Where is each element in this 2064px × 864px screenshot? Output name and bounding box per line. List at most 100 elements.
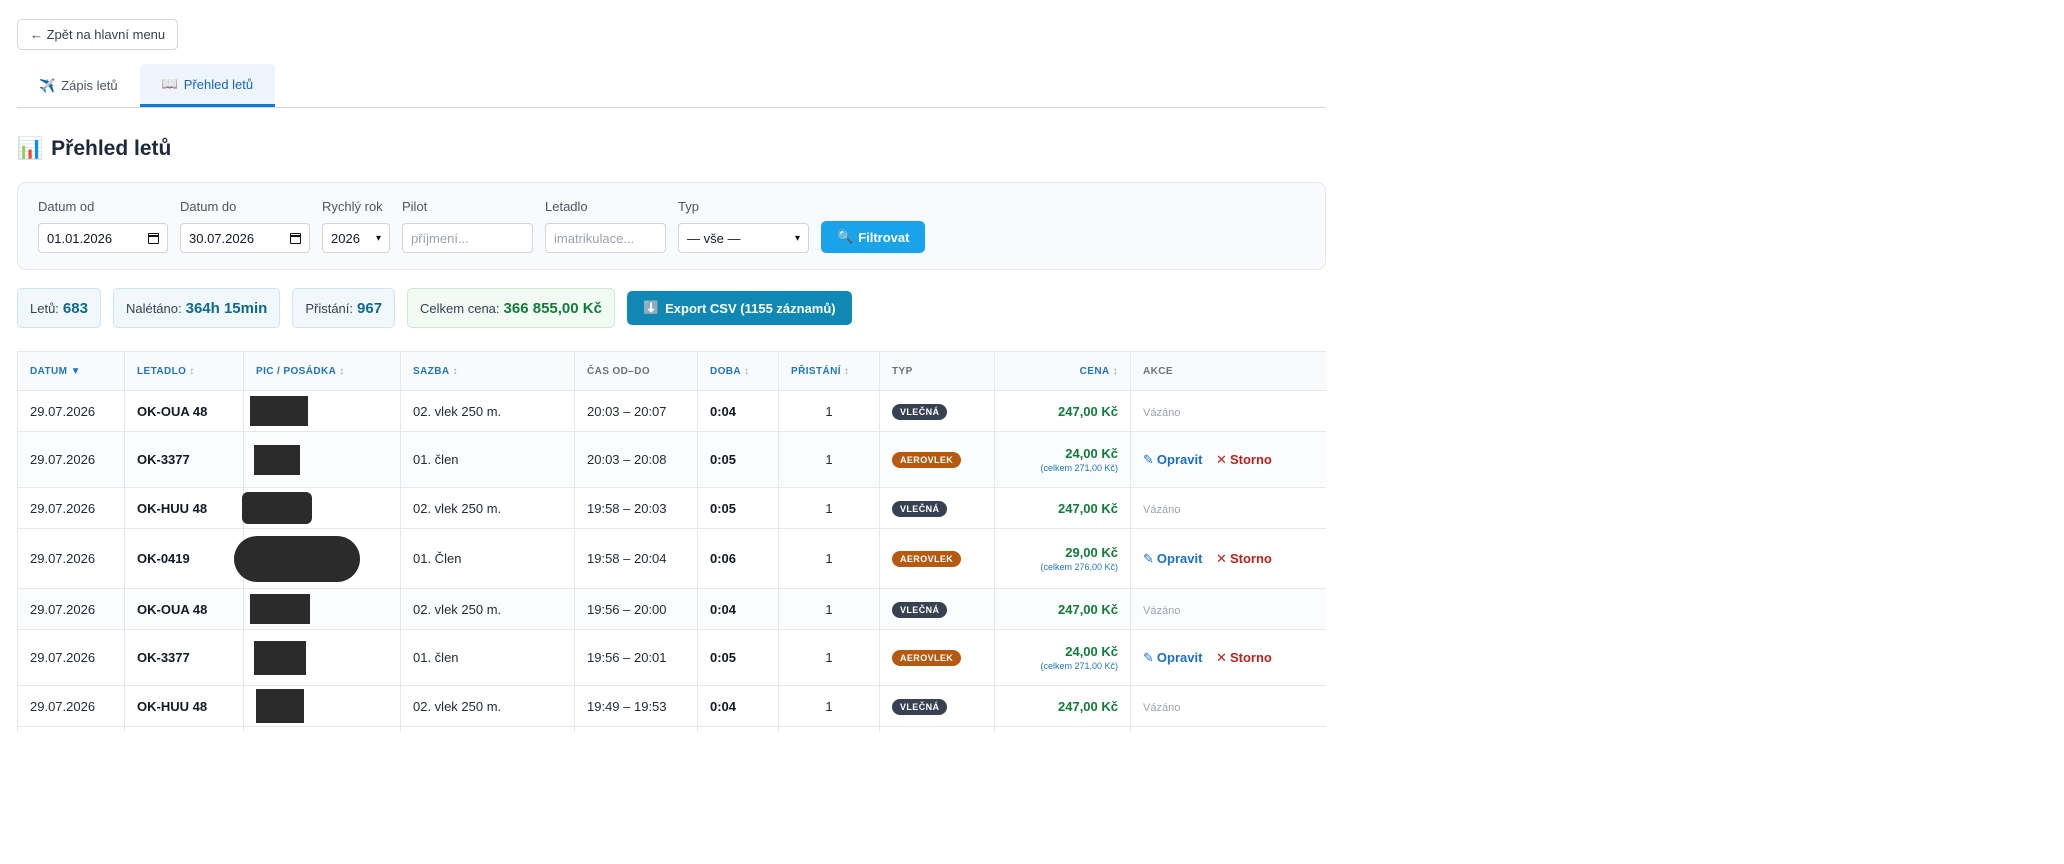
stat-label: Nalétáno: bbox=[125, 300, 182, 316]
date-from-value: 01.01.2026 bbox=[47, 230, 113, 246]
cancel-label: Storno bbox=[1229, 551, 1272, 566]
cell-type: AEROVLEK bbox=[879, 629, 995, 686]
col-date[interactable]: DATUM ▼ bbox=[17, 351, 125, 391]
cell-type: VLEČNÁ bbox=[879, 588, 995, 630]
cell-duration: 0:05 bbox=[697, 487, 779, 529]
stat-label: Celkem cena: bbox=[420, 300, 500, 316]
col-label: DATUM bbox=[30, 365, 68, 377]
filter-aircraft: Letadlo imatrikulace... bbox=[545, 199, 666, 253]
type-badge: AEROVLEK bbox=[892, 551, 962, 567]
table-row: 29.07.2026 OK-HUU 48 02. vlek 250 m. 19:… bbox=[17, 487, 1326, 529]
edit-button[interactable]: ✎ Opravit bbox=[1143, 650, 1202, 666]
sort-icon: ↕ bbox=[843, 365, 850, 377]
type-label: Typ bbox=[678, 199, 699, 214]
cancel-button[interactable]: ✕ Storno bbox=[1216, 551, 1272, 567]
filter-quick-year: Rychlý rok 2026 ▾ bbox=[322, 199, 390, 253]
edit-label: Opravit bbox=[1156, 551, 1203, 566]
cell-aircraft: OK-3377 bbox=[124, 431, 244, 488]
edit-button[interactable]: ✎ Opravit bbox=[1143, 551, 1202, 567]
col-type: TYP bbox=[879, 351, 995, 391]
price-total: (celkem 271,00 Kč) bbox=[1040, 463, 1118, 473]
stat-landings: Přistání: 967 bbox=[292, 288, 396, 328]
cell-aircraft: OK-OUA 48 bbox=[124, 588, 244, 630]
edit-label: Opravit bbox=[1156, 650, 1203, 665]
sort-icon: ↕ bbox=[339, 365, 345, 377]
cancel-label: Storno bbox=[1229, 650, 1272, 665]
cell-time: 19:56 – 20:01 bbox=[574, 629, 698, 686]
cell-actions: ✎ Opravit ✕ Storno bbox=[1130, 528, 1326, 589]
quick-year-select[interactable]: 2026 ▾ bbox=[322, 223, 390, 253]
cell-actions: Vázáno bbox=[1130, 685, 1326, 727]
col-landings[interactable]: PŘISTÁNÍ ↕ bbox=[778, 351, 880, 391]
pilot-input[interactable]: příjmení... bbox=[402, 223, 533, 253]
date-from-input[interactable]: 01.01.2026 bbox=[38, 223, 168, 253]
cancel-label: Storno bbox=[1229, 452, 1272, 467]
sort-desc-icon: ▼ bbox=[70, 365, 81, 377]
tab-label: Zápis letů bbox=[61, 78, 118, 93]
close-icon: ✕ bbox=[1216, 451, 1227, 467]
edit-label: Opravit bbox=[1156, 452, 1203, 467]
type-badge: VLEČNÁ bbox=[892, 698, 948, 715]
cell-rate: 02. vlek 250 m. bbox=[400, 390, 575, 432]
cell-price: 247,00 Kč bbox=[994, 487, 1131, 529]
redacted-name bbox=[250, 594, 310, 624]
cell-landings: 1 bbox=[778, 588, 880, 630]
tab-flight-entry[interactable]: ✈️ Zápis letů bbox=[17, 64, 140, 107]
price-value: 247,00 Kč bbox=[1058, 698, 1118, 714]
redacted-name bbox=[234, 535, 360, 582]
table-row: 29.07.2026 OK-3377 01. člen 19:56 – 20:0… bbox=[17, 629, 1326, 686]
cell-pic bbox=[242, 487, 401, 529]
cell-duration: 0:05 bbox=[697, 629, 779, 686]
cell-rate: 02. vlek 250 m. bbox=[400, 487, 575, 529]
cell-actions: ✎ Opravit ✕ Storno bbox=[1130, 629, 1326, 686]
filter-button[interactable]: 🔍 Filtrovat bbox=[821, 221, 926, 253]
col-price[interactable]: CENA ↕ bbox=[994, 351, 1131, 391]
cell-price: 24,00 Kč (celkem 271,00 Kč) bbox=[994, 431, 1131, 488]
cell-price: 247,00 Kč bbox=[994, 390, 1131, 432]
redacted-name bbox=[254, 444, 300, 475]
col-aircraft[interactable]: LETADLO ↕ bbox=[124, 351, 244, 391]
back-to-menu-button[interactable]: ← Zpět na hlavní menu bbox=[17, 19, 179, 50]
calendar-icon[interactable] bbox=[148, 232, 159, 244]
col-duration[interactable]: DOBA ↕ bbox=[697, 351, 779, 391]
date-from-label: Datum od bbox=[38, 199, 95, 214]
date-to-label: Datum do bbox=[180, 199, 237, 214]
cell-aircraft: OK-3377 bbox=[124, 629, 244, 686]
cell-pic bbox=[243, 629, 401, 686]
close-icon: ✕ bbox=[1216, 649, 1227, 665]
aircraft-input[interactable]: imatrikulace... bbox=[545, 223, 666, 253]
cell-price: 24,00 Kč (celkem 271,00 Kč) bbox=[994, 629, 1131, 686]
type-select[interactable]: — vše — ▾ bbox=[678, 223, 809, 253]
export-label: Export CSV (1155 záznamů) bbox=[665, 300, 836, 316]
type-badge: AEROVLEK bbox=[892, 650, 962, 666]
date-to-input[interactable]: 30.07.2026 bbox=[180, 223, 310, 253]
cell-pic bbox=[243, 390, 401, 432]
cell-aircraft: OK-HUU 48 bbox=[124, 487, 244, 529]
cell-rate: 01. Člen bbox=[400, 528, 575, 589]
book-icon: 📖 bbox=[161, 76, 178, 91]
cell-duration: 0:04 bbox=[697, 685, 779, 727]
export-csv-button[interactable]: ⬇️ Export CSV (1155 záznamů) bbox=[626, 291, 852, 325]
price-value: 247,00 Kč bbox=[1058, 500, 1118, 516]
cell-date: 29.07.2026 bbox=[17, 390, 125, 432]
cancel-button[interactable]: ✕ Storno bbox=[1216, 650, 1272, 666]
col-label: LETADLO bbox=[137, 365, 187, 377]
tab-flight-overview[interactable]: 📖 Přehled letů bbox=[139, 64, 276, 107]
status-locked: Vázáno bbox=[1143, 701, 1181, 714]
table-row: 29.07.2026 OK-HUU 48 02. vlek 250 m. 19:… bbox=[17, 685, 1326, 727]
cell-landings: 1 bbox=[778, 629, 880, 686]
col-pic[interactable]: PIC / POSÁDKA ↕ bbox=[243, 351, 401, 391]
cell-type: AEROVLEK bbox=[879, 528, 995, 589]
col-rate[interactable]: SAZBA ↕ bbox=[400, 351, 575, 391]
table-row: 29.07.2026 OK-3377 01. člen 20:03 – 20:0… bbox=[17, 431, 1326, 488]
edit-button[interactable]: ✎ Opravit bbox=[1143, 452, 1202, 468]
flights-table: DATUM ▼ LETADLO ↕ PIC / POSÁDKA ↕ SAZBA ↕ Č… bbox=[17, 351, 1326, 732]
redacted-name bbox=[256, 689, 304, 723]
cell-landings: 1 bbox=[778, 431, 880, 488]
price-value: 24,00 Kč bbox=[1065, 446, 1118, 461]
pencil-icon: ✎ bbox=[1143, 451, 1154, 467]
cell-type: VLEČNÁ bbox=[879, 487, 995, 529]
chevron-down-icon: ▾ bbox=[375, 232, 381, 244]
calendar-icon[interactable] bbox=[290, 232, 301, 244]
cancel-button[interactable]: ✕ Storno bbox=[1216, 452, 1272, 468]
